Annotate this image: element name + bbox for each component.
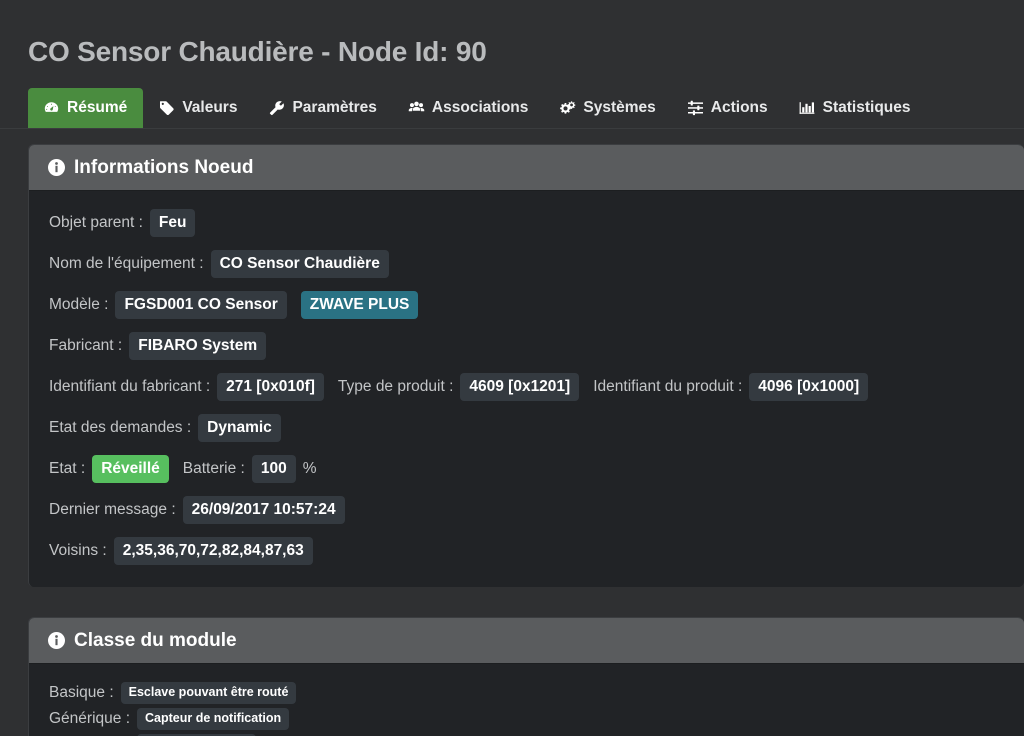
panel-body-informations-noeud: Objet parent : Feu Nom de l'équipement :… [29, 190, 1024, 587]
panel-header-classe-du-module: Classe du module [29, 617, 1024, 664]
sliders-icon [687, 100, 704, 116]
label-batterie: Batterie : [182, 459, 245, 477]
label-modele: Modèle : [49, 295, 109, 313]
row-voisins: Voisins : 2,35,36,70,72,82,84,87,63 [49, 536, 1004, 565]
tab-bar: Résumé Valeurs Paramètres Associations S… [0, 87, 1024, 129]
tab-label: Statistiques [822, 98, 911, 116]
row-generique: Générique : Capteur de notification [49, 707, 1004, 730]
label-type-produit: Type de produit : [337, 377, 454, 395]
label-identifiant-produit: Identifiant du produit : [593, 377, 743, 395]
label-generique: Générique : [49, 709, 130, 727]
value-dernier-message: 26/09/2017 10:57:24 [182, 495, 345, 524]
label-nom-equipement: Nom de l'équipement : [49, 254, 204, 272]
row-objet-parent: Objet parent : Feu [49, 208, 1004, 237]
value-nom-equipement: CO Sensor Chaudière [210, 249, 389, 278]
row-etat-batterie: Etat : Réveillé Batterie : 100 % [49, 454, 1004, 483]
app-root: CO Sensor Chaudière - Node Id: 90 Résumé… [0, 18, 1024, 736]
panel-informations-noeud: Informations Noeud Objet parent : Feu No… [28, 143, 1024, 587]
tab-systemes[interactable]: Systèmes [544, 88, 671, 128]
row-basique: Basique : Esclave pouvant être routé [49, 681, 1004, 704]
tab-parametres[interactable]: Paramètres [253, 88, 392, 128]
tab-label: Résumé [67, 98, 128, 116]
value-fabricant: FIBARO System [129, 331, 267, 360]
value-objet-parent: Feu [149, 208, 196, 237]
status-badge-etat: Réveillé [92, 454, 169, 483]
tag-icon [158, 100, 175, 116]
panel-body-classe-du-module: Basique : Esclave pouvant être routé Gén… [29, 663, 1024, 736]
value-batterie: 100 [251, 454, 296, 483]
label-etat: Etat : [49, 459, 86, 477]
row-etat-demandes: Etat des demandes : Dynamic [49, 413, 1004, 442]
label-etat-demandes: Etat des demandes : [49, 418, 192, 436]
info-circle-icon [48, 631, 65, 649]
tab-associations[interactable]: Associations [393, 88, 544, 128]
label-basique: Basique : [49, 683, 114, 701]
row-nom-equipement: Nom de l'équipement : CO Sensor Chaudièr… [49, 249, 1004, 278]
value-modele: FGSD001 CO Sensor [115, 290, 287, 319]
tab-resume[interactable]: Résumé [28, 87, 144, 128]
badge-zwave-plus: ZWAVE PLUS [300, 290, 419, 319]
panel-header-informations-noeud: Informations Noeud [29, 144, 1024, 191]
value-identifiant-produit: 4096 [0x1000] [749, 372, 869, 401]
panel-classe-du-module: Classe du module Basique : Esclave pouva… [28, 616, 1024, 736]
tab-label: Systèmes [583, 98, 656, 116]
value-basique: Esclave pouvant être routé [120, 681, 297, 704]
info-circle-icon [48, 158, 65, 176]
value-generique: Capteur de notification [137, 707, 290, 730]
row-identifiants: Identifiant du fabricant : 271 [0x010f] … [49, 372, 1004, 401]
value-type-produit: 4609 [0x1201] [460, 372, 580, 401]
value-identifiant-fabricant: 271 [0x010f] [217, 372, 324, 401]
users-icon [408, 100, 425, 116]
page-title: CO Sensor Chaudière - Node Id: 90 [28, 35, 487, 67]
bar-chart-icon [799, 100, 816, 116]
row-fabricant: Fabricant : FIBARO System [49, 331, 1004, 360]
tab-statistiques[interactable]: Statistiques [784, 88, 927, 128]
label-dernier-message: Dernier message : [49, 500, 176, 518]
tab-actions[interactable]: Actions [672, 88, 784, 128]
panel-title: Classe du module [74, 629, 237, 651]
unit-batterie: % [302, 459, 317, 477]
dashboard-icon [43, 100, 60, 116]
tab-label: Actions [710, 98, 768, 116]
wrench-icon [268, 100, 285, 116]
label-voisins: Voisins : [49, 541, 107, 559]
panel-title: Informations Noeud [74, 156, 254, 178]
tab-valeurs[interactable]: Valeurs [143, 88, 253, 128]
panel-gap [0, 587, 1024, 617]
value-voisins: 2,35,36,70,72,82,84,87,63 [113, 536, 313, 565]
label-fabricant: Fabricant : [49, 336, 123, 354]
tab-label: Associations [431, 98, 529, 116]
row-dernier-message: Dernier message : 26/09/2017 10:57:24 [49, 495, 1004, 524]
tab-label: Valeurs [182, 98, 238, 116]
label-identifiant-fabricant: Identifiant du fabricant : [49, 377, 211, 395]
row-modele: Modèle : FGSD001 CO Sensor ZWAVE PLUS [49, 290, 1004, 319]
cogs-icon [559, 100, 576, 116]
tab-label: Paramètres [292, 98, 377, 116]
label-objet-parent: Objet parent : [49, 213, 143, 231]
value-etat-demandes: Dynamic [198, 413, 281, 442]
